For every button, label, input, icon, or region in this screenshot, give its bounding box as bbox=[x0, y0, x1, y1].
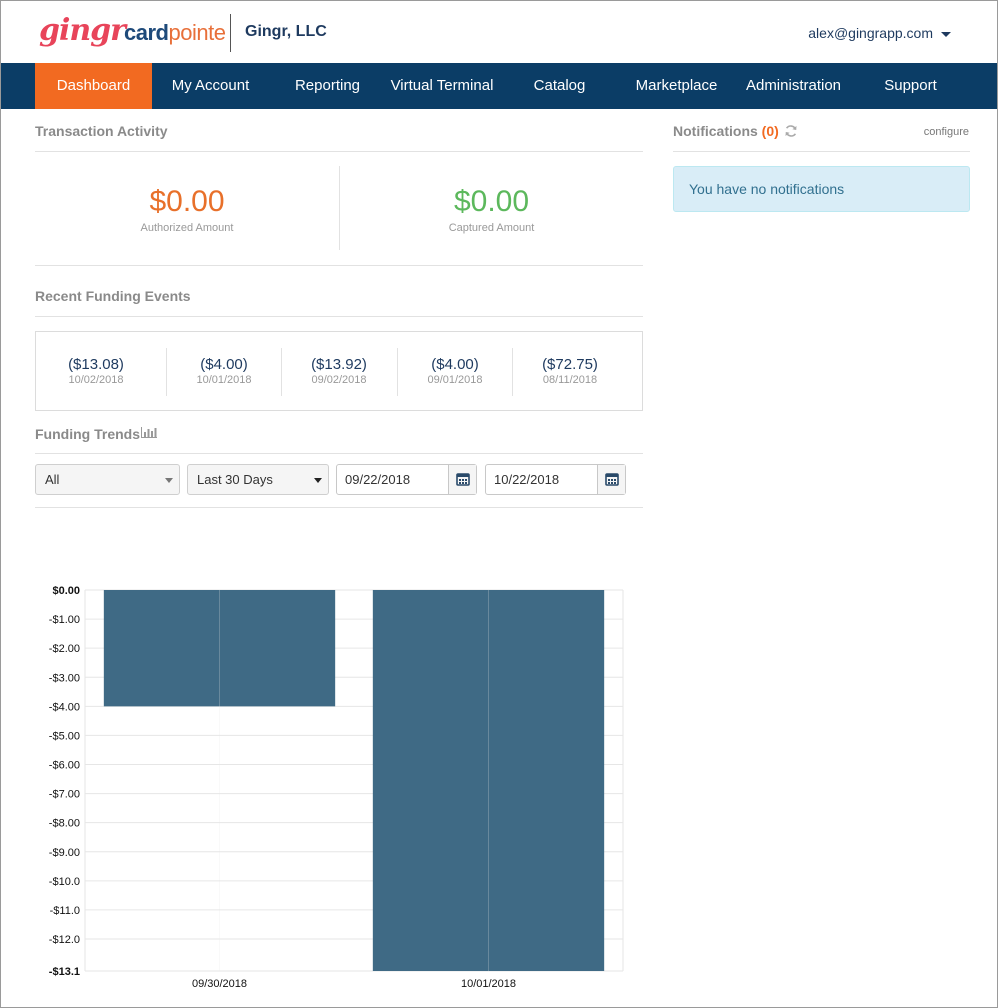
y-tick-label: -$10.0 bbox=[49, 876, 80, 888]
y-tick-label: -$5.00 bbox=[49, 730, 80, 742]
y-tick-label: -$6.00 bbox=[49, 760, 80, 772]
funding-trends-chart: $0.00 -$1.00 -$2.00 -$3.00 -$4.00 -$5.00 -$6.0… bbox=[49, 585, 624, 990]
y-tick-label: -$13.1 bbox=[49, 966, 80, 978]
y-tick-label: -$3.00 bbox=[49, 672, 80, 684]
y-tick-label: -$12.0 bbox=[49, 934, 80, 946]
x-tick-label: 09/30/2018 bbox=[192, 978, 247, 990]
y-tick-label: -$7.00 bbox=[49, 789, 80, 801]
y-tick-label: -$4.00 bbox=[49, 701, 80, 713]
y-tick-label: -$8.00 bbox=[49, 818, 80, 830]
y-tick-label: $0.00 bbox=[52, 585, 80, 597]
y-tick-label: -$2.00 bbox=[49, 643, 80, 655]
y-tick-label: -$9.00 bbox=[49, 847, 80, 859]
x-tick-label: 10/01/2018 bbox=[461, 978, 516, 990]
y-tick-label: -$1.00 bbox=[49, 614, 80, 626]
y-tick-label: -$11.0 bbox=[50, 905, 80, 917]
